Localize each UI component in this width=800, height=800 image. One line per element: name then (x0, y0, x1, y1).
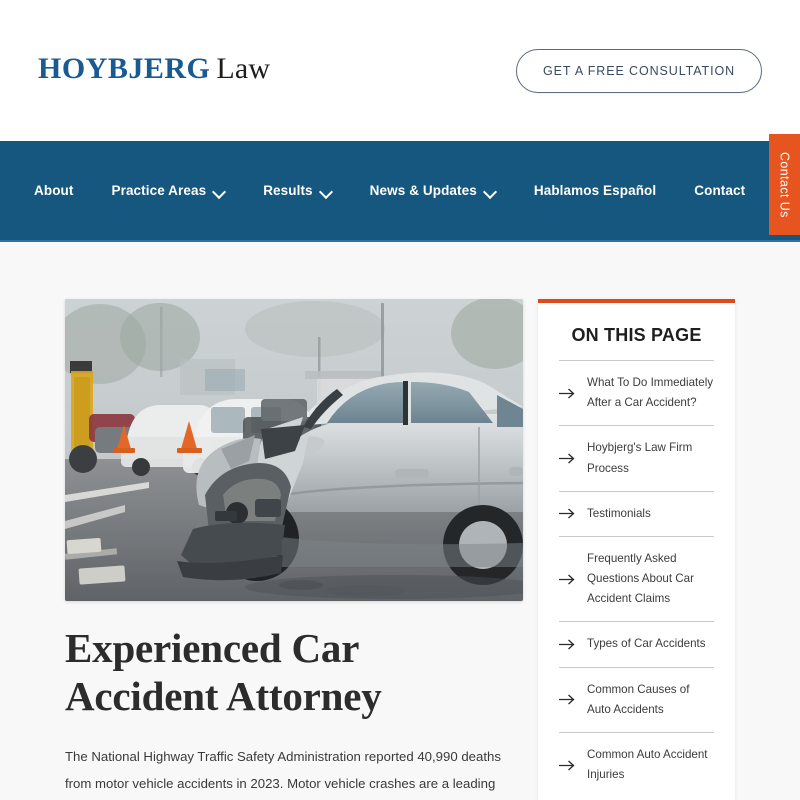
nav-item-practice-areas[interactable]: Practice Areas (92, 173, 244, 208)
hero-accident-photo (65, 299, 523, 601)
main-navigation: About Practice Areas Results News & Upda… (0, 141, 800, 242)
nav-item-label: Contact (694, 183, 746, 198)
toc-item-label: Types of Car Accidents (587, 637, 706, 651)
toc-item-label: What To Do Immediately After a Car Accid… (587, 376, 714, 410)
arrow-right-icon (559, 453, 576, 464)
chevron-down-icon (321, 187, 332, 194)
toc-item-label: Hoybjerg's Law Firm Process (587, 441, 693, 475)
toc-item[interactable]: Common Auto Accident Injuries (559, 731, 714, 797)
chevron-down-icon (485, 187, 496, 194)
logo-word: Law (216, 51, 271, 85)
toc-item[interactable]: Common Causes of Auto Accidents (559, 666, 714, 732)
nav-item-news-updates[interactable]: News & Updates (351, 173, 515, 208)
arrow-right-icon (559, 694, 576, 705)
arrow-right-icon (559, 760, 576, 771)
toc-item-label: Common Causes of Auto Accidents (587, 682, 690, 716)
page-body: Experienced Car Accident Attorney The Na… (0, 242, 800, 800)
nav-item-label: Results (263, 183, 313, 198)
arrow-right-icon (559, 388, 576, 399)
toc-item[interactable]: Frequently Asked Questions About Car Acc… (559, 535, 714, 622)
get-free-consultation-button[interactable]: GET A FREE CONSULTATION (515, 48, 762, 93)
contact-us-side-tab[interactable]: Contact Us (769, 134, 800, 235)
arrow-right-icon (559, 508, 576, 519)
nav-list: About Practice Areas Results News & Upda… (15, 172, 800, 209)
chevron-down-icon (214, 187, 225, 194)
page-title: Experienced Car Accident Attorney (65, 625, 382, 719)
on-this-page-sidebar: ON THIS PAGE What To Do Immediately Afte… (538, 299, 735, 800)
logo-mark: HOYBJERG (38, 51, 211, 85)
intro-paragraph: The National Highway Traffic Safety Admi… (65, 748, 501, 792)
table-of-contents: What To Do Immediately After a Car Accid… (559, 360, 714, 797)
nav-item-label: Practice Areas (111, 183, 207, 198)
nav-item-label: News & Updates (369, 183, 477, 198)
toc-item-label: Testimonials (587, 506, 651, 520)
nav-item-about[interactable]: About (15, 173, 92, 208)
site-logo[interactable]: HOYBJERG Law (38, 51, 271, 88)
arrow-right-icon (559, 639, 576, 650)
contact-us-side-tab-label: Contact Us (777, 151, 792, 218)
nav-item-label: Hablamos Español (533, 183, 657, 198)
site-header: HOYBJERG Law GET A FREE CONSULTATION (0, 0, 800, 141)
nav-item-hablamos-espanol[interactable]: Hablamos Español (515, 173, 675, 208)
nav-item-contact[interactable]: Contact (675, 173, 764, 208)
toc-item[interactable]: Hoybjerg's Law Firm Process (559, 425, 714, 490)
arrow-right-icon (559, 574, 576, 585)
toc-item[interactable]: Types of Car Accidents (559, 621, 714, 666)
toc-item[interactable]: Testimonials (559, 490, 714, 536)
toc-item-label: Frequently Asked Questions About Car Acc… (587, 551, 694, 606)
nav-item-label: About (34, 183, 74, 198)
main-content: Experienced Car Accident Attorney The Na… (0, 299, 525, 800)
nav-item-results[interactable]: Results (244, 173, 350, 208)
toc-item-label: Common Auto Accident Injuries (587, 747, 708, 782)
sidebar-title: ON THIS PAGE (571, 325, 702, 345)
toc-item[interactable]: What To Do Immediately After a Car Accid… (559, 360, 714, 425)
